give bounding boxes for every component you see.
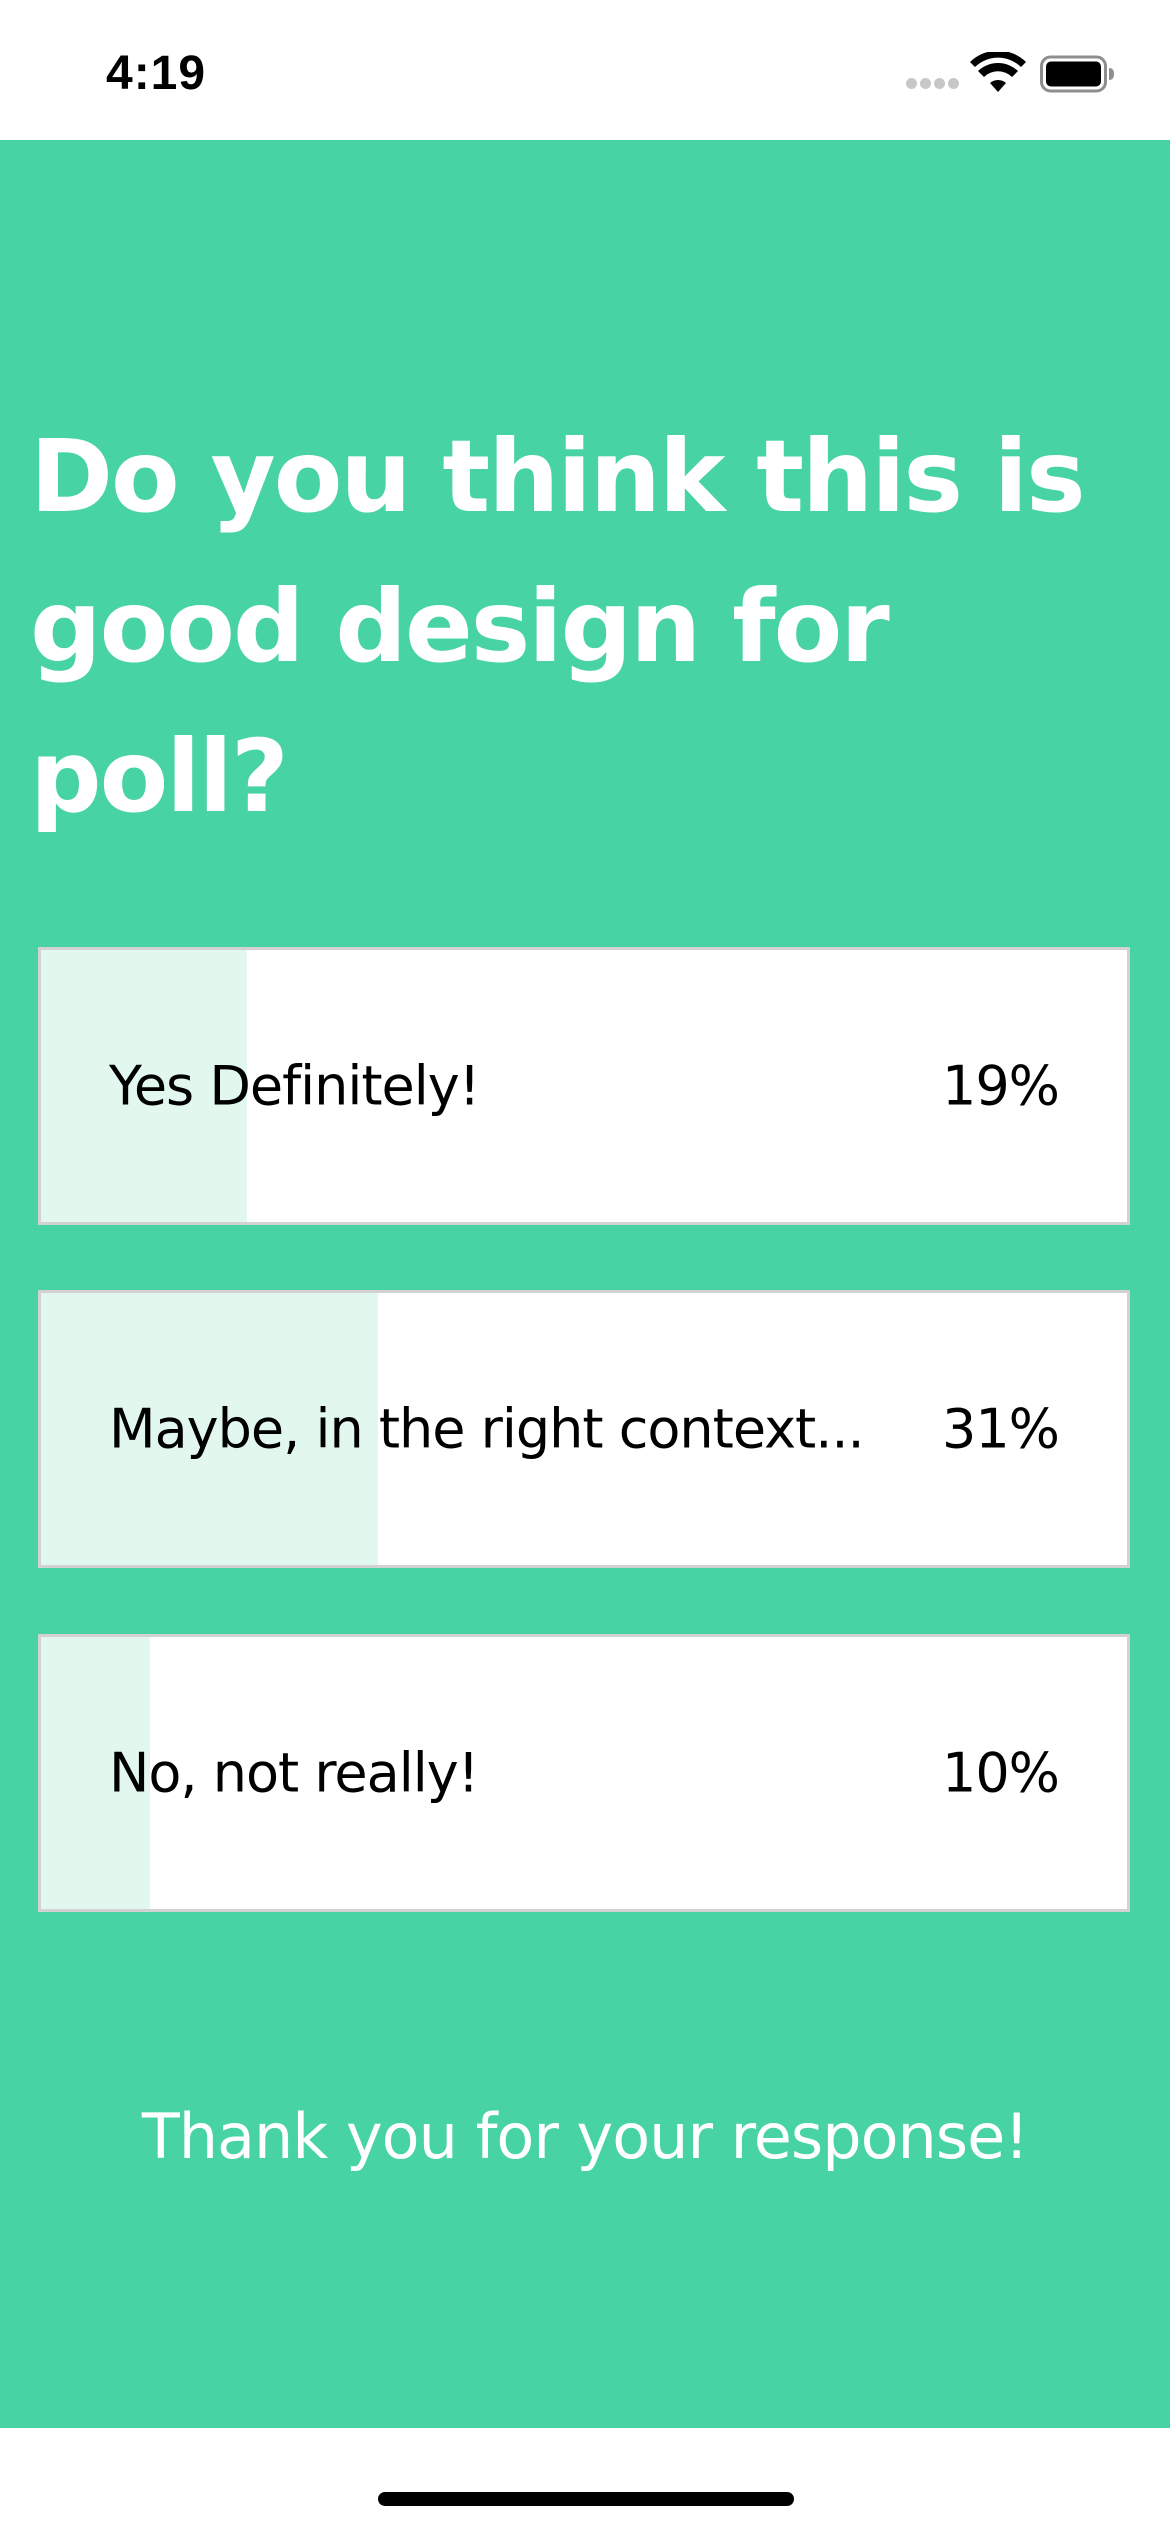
cellular-signal-icon bbox=[906, 78, 962, 92]
poll-option-percent: 19% bbox=[941, 1054, 1060, 1118]
poll-option-percent: 10% bbox=[941, 1741, 1060, 1805]
thank-you-message: Thank you for your response! bbox=[141, 2100, 1029, 2173]
poll-question: Do you think this is good design for pol… bbox=[30, 418, 1086, 835]
poll-option-label: No, not really! bbox=[109, 1741, 479, 1805]
status-bar: 4:19 bbox=[0, 0, 1170, 140]
poll-option-yes[interactable]: Yes Definitely! 19% bbox=[38, 947, 1130, 1225]
poll-option-no[interactable]: No, not really! 10% bbox=[38, 1634, 1130, 1912]
poll-option-percent: 31% bbox=[941, 1397, 1060, 1461]
status-time: 4:19 bbox=[106, 47, 207, 100]
home-indicator[interactable] bbox=[378, 2492, 794, 2506]
poll-option-label: Yes Definitely! bbox=[109, 1054, 480, 1118]
battery-icon bbox=[1040, 55, 1114, 93]
wifi-icon bbox=[970, 52, 1026, 92]
poll-option-maybe[interactable]: Maybe, in the right context... 31% bbox=[38, 1290, 1130, 1568]
poll-panel: Do you think this is good design for pol… bbox=[0, 140, 1170, 2428]
poll-option-label: Maybe, in the right context... bbox=[109, 1397, 865, 1461]
bottom-safe-area bbox=[0, 2428, 1170, 2532]
